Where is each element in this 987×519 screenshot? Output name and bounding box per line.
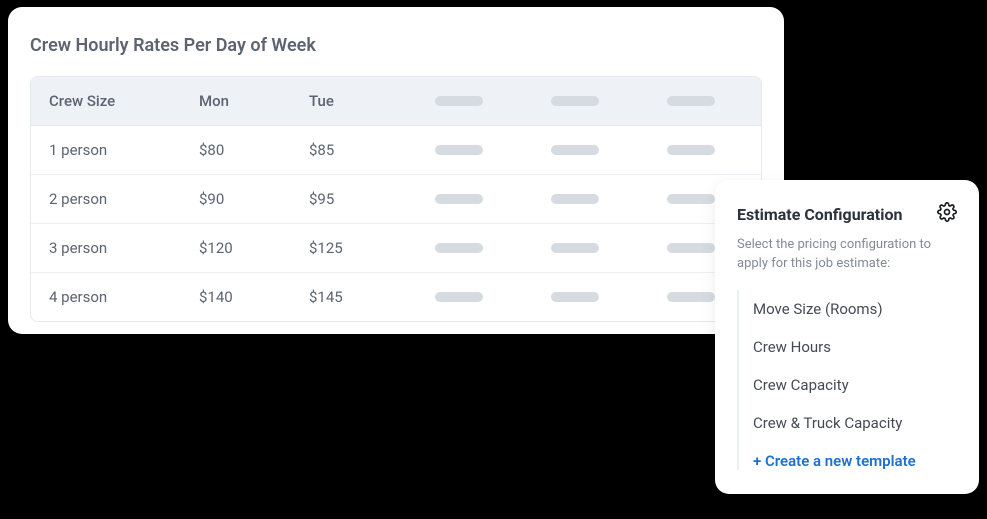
cell-mon: $90 [181, 175, 291, 223]
config-header: Estimate Configuration [737, 202, 957, 226]
cell-crew-size: 1 person [31, 126, 181, 174]
column-header-crew-size: Crew Size [31, 77, 181, 125]
placeholder-pill [667, 145, 715, 155]
cell-placeholder [517, 175, 633, 223]
column-header-mon: Mon [181, 77, 291, 125]
cell-placeholder [517, 273, 633, 321]
table-row: 4 person $140 $145 [31, 273, 761, 321]
crew-rates-table: Crew Size Mon Tue 1 person $80 $85 2 per… [30, 76, 762, 322]
config-title: Estimate Configuration [737, 205, 902, 224]
create-template-link[interactable]: + Create a new template [753, 442, 957, 470]
placeholder-pill [551, 292, 599, 302]
placeholder-pill [667, 292, 715, 302]
placeholder-pill [667, 243, 715, 253]
column-header-placeholder [401, 77, 517, 125]
placeholder-pill [551, 145, 599, 155]
config-option-crew-hours[interactable]: Crew Hours [753, 328, 957, 366]
crew-rates-title: Crew Hourly Rates Per Day of Week [30, 35, 762, 56]
placeholder-pill [551, 243, 599, 253]
placeholder-pill [435, 145, 483, 155]
table-row: 3 person $120 $125 [31, 224, 761, 273]
cell-placeholder [633, 126, 749, 174]
cell-crew-size: 3 person [31, 224, 181, 272]
cell-tue: $85 [291, 126, 401, 174]
column-header-tue: Tue [291, 77, 401, 125]
cell-placeholder [401, 224, 517, 272]
column-header-placeholder [633, 77, 749, 125]
cell-placeholder [401, 175, 517, 223]
placeholder-pill [667, 96, 715, 106]
column-header-placeholder [517, 77, 633, 125]
table-header-row: Crew Size Mon Tue [31, 77, 761, 126]
placeholder-pill [435, 96, 483, 106]
cell-tue: $145 [291, 273, 401, 321]
placeholder-pill [435, 194, 483, 204]
cell-placeholder [401, 126, 517, 174]
estimate-config-card: Estimate Configuration Select the pricin… [715, 180, 979, 494]
placeholder-pill [435, 243, 483, 253]
cell-mon: $80 [181, 126, 291, 174]
config-option-crew-capacity[interactable]: Crew Capacity [753, 366, 957, 404]
cell-mon: $120 [181, 224, 291, 272]
placeholder-pill [551, 96, 599, 106]
placeholder-pill [667, 194, 715, 204]
cell-mon: $140 [181, 273, 291, 321]
config-description: Select the pricing configuration to appl… [737, 236, 957, 274]
cell-crew-size: 4 person [31, 273, 181, 321]
table-row: 2 person $90 $95 [31, 175, 761, 224]
config-option-crew-truck-capacity[interactable]: Crew & Truck Capacity [753, 404, 957, 442]
table-row: 1 person $80 $85 [31, 126, 761, 175]
placeholder-pill [435, 292, 483, 302]
cell-placeholder [517, 126, 633, 174]
config-option-move-size[interactable]: Move Size (Rooms) [753, 290, 957, 328]
cell-tue: $95 [291, 175, 401, 223]
placeholder-pill [551, 194, 599, 204]
config-options-list: Move Size (Rooms) Crew Hours Crew Capaci… [737, 290, 957, 470]
cell-placeholder [401, 273, 517, 321]
cell-crew-size: 2 person [31, 175, 181, 223]
cell-placeholder [517, 224, 633, 272]
gear-icon[interactable] [937, 202, 957, 226]
cell-tue: $125 [291, 224, 401, 272]
crew-rates-card: Crew Hourly Rates Per Day of Week Crew S… [8, 7, 784, 334]
